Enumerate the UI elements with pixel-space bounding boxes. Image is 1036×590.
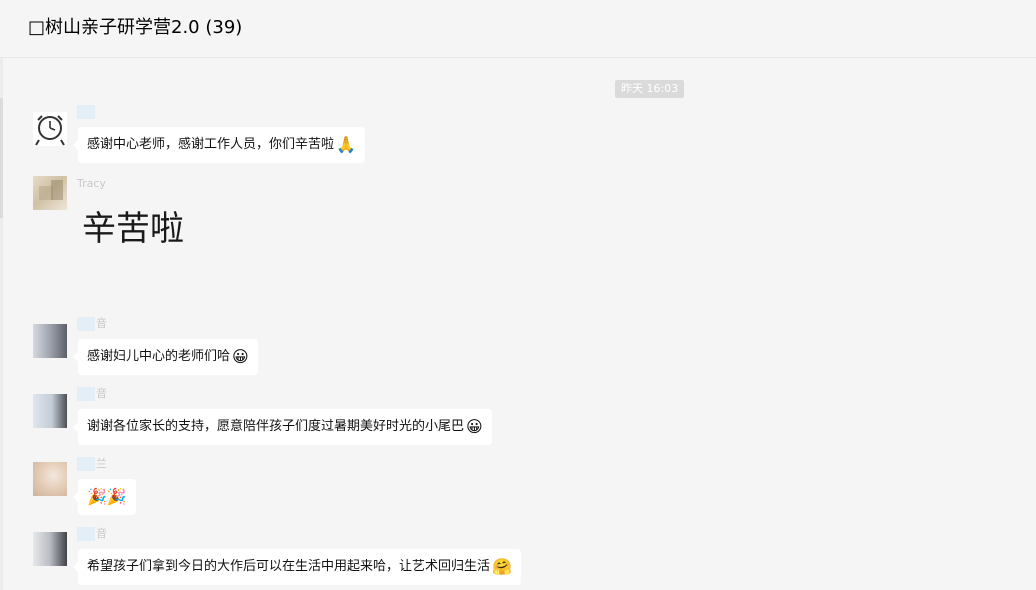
- sticker-image[interactable]: 辛苦啦: [80, 196, 190, 262]
- blurred-name-mask: [77, 317, 95, 331]
- sender-name-text: Tracy: [77, 177, 106, 190]
- handwritten-sticker: 辛苦啦: [82, 209, 184, 249]
- message-text: 感谢妇儿中心的老师们哈: [87, 349, 231, 364]
- sender-name-text: 音: [96, 527, 107, 540]
- message-bubble[interactable]: 感谢中心老师，感谢工作人员，你们辛苦啦 🙏: [73, 127, 365, 163]
- chat-title[interactable]: □树山亲子研学营2.0 (39): [28, 16, 242, 40]
- photo-avatar-icon[interactable]: [33, 462, 67, 496]
- sender-name-text: 音: [96, 317, 107, 330]
- message-bubble[interactable]: 谢谢各位家长的支持，愿意陪伴孩子们度过暑期美好时光的小尾巴 😀: [73, 409, 492, 445]
- sender-name: Tracy: [77, 176, 106, 192]
- message-bubble[interactable]: 感谢妇儿中心的老师们哈 😀: [73, 339, 258, 375]
- message-bubble[interactable]: 希望孩子们拿到今日的大作后可以在生活中用起来哈，让艺术回归生活 🤗: [73, 549, 521, 585]
- sender-name-text: 音: [96, 387, 107, 400]
- blurred-name-mask: [77, 527, 95, 541]
- timestamp-pill: 昨天 16:03: [615, 80, 685, 98]
- grin-emoji-icon: 😀: [232, 346, 249, 366]
- message-bubble[interactable]: 🎉🎉: [73, 479, 136, 515]
- sender-name: 音: [77, 316, 107, 332]
- hug-emoji-icon: 🤗: [492, 556, 512, 576]
- pray-emoji-icon: 🙏: [336, 134, 356, 154]
- photo-avatar-icon[interactable]: [33, 324, 67, 358]
- message-text: 希望孩子们拿到今日的大作后可以在生活中用起来哈，让艺术回归生活: [87, 559, 491, 574]
- photo-avatar-icon[interactable]: [33, 394, 67, 428]
- photo-avatar-icon[interactable]: [33, 176, 67, 210]
- chat-header: □树山亲子研学营2.0 (39): [0, 0, 1036, 58]
- sender-name: 音: [77, 386, 107, 402]
- blurred-name-mask: [77, 105, 95, 119]
- blurred-name-mask: [77, 387, 95, 401]
- scrollbar-thumb[interactable]: [0, 98, 3, 218]
- sender-name-text: 兰: [96, 457, 107, 470]
- message-text: 谢谢各位家长的支持，愿意陪伴孩子们度过暑期美好时光的小尾巴: [87, 419, 465, 434]
- sender-name: 兰: [77, 456, 107, 472]
- scroll-edge: [0, 58, 3, 590]
- sender-name: 音: [77, 526, 107, 542]
- clock-avatar-icon[interactable]: [33, 112, 67, 146]
- grin-emoji-icon: 😀: [466, 416, 483, 436]
- message-text: 感谢中心老师，感谢工作人员，你们辛苦啦: [87, 137, 335, 152]
- sender-name: [77, 104, 96, 120]
- blurred-name-mask: [77, 457, 95, 471]
- photo-avatar-icon[interactable]: [33, 532, 67, 566]
- party-popper-emoji-icon: 🎉🎉: [87, 486, 127, 506]
- sticker-text: 辛苦啦: [82, 209, 184, 249]
